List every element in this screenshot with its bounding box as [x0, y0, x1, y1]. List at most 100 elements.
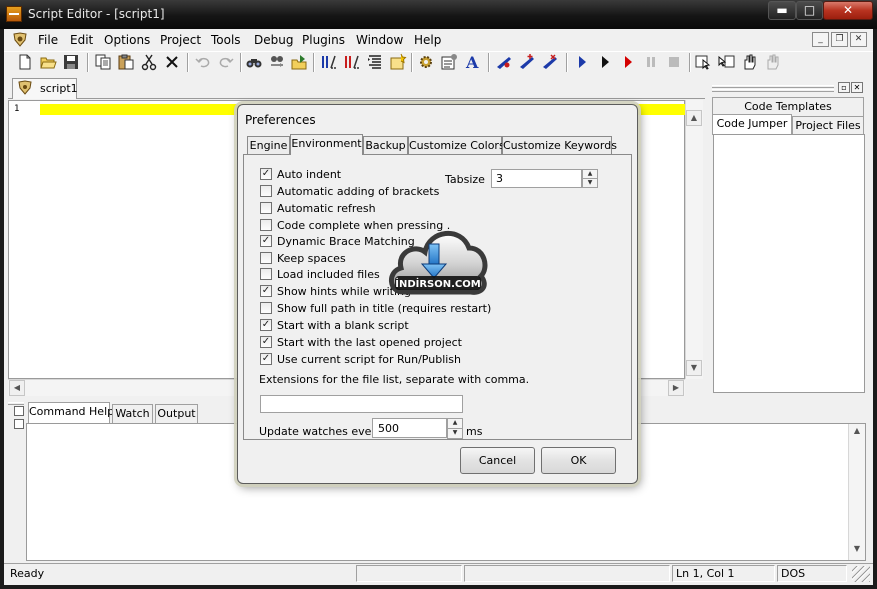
find-icon[interactable]: [245, 53, 263, 71]
checkbox[interactable]: ✓: [260, 319, 272, 331]
delete-icon[interactable]: [163, 53, 181, 71]
minimize-button[interactable]: ▬: [768, 1, 796, 20]
tab-project-files[interactable]: Project Files: [792, 116, 864, 135]
dock-close-button[interactable]: ✕: [851, 82, 863, 93]
option-blank-script[interactable]: ✓ Start with a blank script: [260, 318, 409, 334]
scroll-down-arrow-icon[interactable]: ▼: [849, 542, 865, 558]
maximize-button[interactable]: □: [796, 1, 823, 20]
update-watches-field[interactable]: 500: [372, 418, 447, 438]
check-syntax-icon[interactable]: [343, 53, 361, 71]
option-brace-matching[interactable]: ✓ Dynamic Brace Matching: [260, 234, 415, 250]
new-file-icon[interactable]: [16, 53, 34, 71]
settings-gear-icon[interactable]: [417, 53, 435, 71]
option-keep-spaces[interactable]: Keep spaces: [260, 251, 346, 267]
menu-file[interactable]: File: [38, 33, 58, 47]
tab-backup[interactable]: Backup: [363, 136, 408, 155]
checkbox[interactable]: ✓: [260, 353, 272, 365]
save-icon[interactable]: [62, 53, 80, 71]
tab-output[interactable]: Output: [155, 404, 198, 424]
menu-edit[interactable]: Edit: [70, 33, 93, 47]
menu-project[interactable]: Project: [160, 33, 201, 47]
goto-icon[interactable]: [290, 53, 308, 71]
font-icon[interactable]: A: [464, 53, 482, 71]
tab-command-help[interactable]: Command Help: [28, 402, 114, 424]
scroll-up-arrow-icon[interactable]: ▲: [849, 424, 865, 440]
drag-hand-icon[interactable]: [740, 53, 758, 71]
disabled-hand-icon[interactable]: [763, 53, 781, 71]
tab-code-jumper[interactable]: Code Jumper: [712, 114, 792, 135]
option-full-path-title[interactable]: Show full path in title (requires restar…: [260, 301, 491, 317]
menu-plugins[interactable]: Plugins: [302, 33, 345, 47]
spin-down-icon[interactable]: ▼: [447, 428, 463, 439]
scroll-right-arrow-icon[interactable]: ▶: [668, 380, 684, 396]
paste-icon[interactable]: [117, 53, 135, 71]
tab-customize-colors[interactable]: Customize Colors: [408, 136, 505, 155]
option-last-project[interactable]: ✓ Start with the last opened project: [260, 335, 462, 351]
help-cursor-icon[interactable]: [694, 53, 712, 71]
redo-icon[interactable]: [217, 53, 235, 71]
help-vertical-scrollbar[interactable]: ▲ ▼: [848, 424, 865, 560]
tab-customize-keywords[interactable]: Customize Keywords: [502, 136, 617, 155]
undo-icon[interactable]: [194, 53, 212, 71]
extensions-field[interactable]: [260, 395, 463, 413]
run-icon[interactable]: [573, 53, 591, 71]
copy-icon[interactable]: [94, 53, 112, 71]
stop-icon[interactable]: [665, 53, 683, 71]
tab-environment[interactable]: Environment: [290, 134, 363, 155]
checkbox[interactable]: ✓: [260, 285, 272, 297]
checkbox[interactable]: [260, 302, 272, 314]
step-icon[interactable]: [596, 53, 614, 71]
option-show-hints[interactable]: ✓ Show hints while writing: [260, 284, 411, 300]
menu-window[interactable]: Window: [356, 33, 403, 47]
menu-options[interactable]: Options: [104, 33, 150, 47]
scroll-up-arrow-icon[interactable]: ▲: [686, 110, 702, 126]
bottom-dock-close-icon[interactable]: [14, 406, 24, 416]
tabsize-field[interactable]: 3: [491, 169, 582, 188]
cancel-button[interactable]: Cancel: [460, 447, 535, 474]
toggle-breakpoint-icon[interactable]: [495, 53, 513, 71]
context-help-icon[interactable]: [717, 53, 735, 71]
checkbox[interactable]: [260, 219, 272, 231]
run-to-cursor-icon[interactable]: [619, 53, 637, 71]
close-window-button[interactable]: ✕: [823, 1, 873, 20]
find-in-files-icon[interactable]: [268, 53, 286, 71]
resize-grip-icon[interactable]: [852, 566, 870, 582]
document-system-menu-icon[interactable]: [11, 32, 29, 48]
option-auto-indent[interactable]: ✓ Auto indent: [260, 167, 341, 183]
bottom-dock-float-icon[interactable]: [14, 419, 24, 429]
option-code-complete[interactable]: Code complete when pressing .: [260, 218, 450, 234]
scroll-left-arrow-icon[interactable]: ◀: [9, 380, 25, 396]
dock-grip[interactable]: [712, 85, 834, 88]
dock-pin-button[interactable]: ▫: [838, 82, 850, 93]
remove-watch-icon[interactable]: [541, 53, 559, 71]
option-current-script-run[interactable]: ✓ Use current script for Run/Publish: [260, 352, 461, 368]
open-folder-icon[interactable]: [39, 53, 57, 71]
spin-down-icon[interactable]: ▼: [582, 178, 598, 188]
menu-debug[interactable]: Debug: [254, 33, 293, 47]
format-code-icon[interactable]: [366, 53, 384, 71]
cut-icon[interactable]: [140, 53, 158, 71]
tab-watch[interactable]: Watch: [112, 404, 153, 424]
checkbox[interactable]: ✓: [260, 168, 272, 180]
editor-vertical-scrollbar[interactable]: ▲ ▼: [685, 100, 703, 379]
option-auto-brackets[interactable]: Automatic adding of brackets: [260, 184, 439, 200]
checkbox[interactable]: ✓: [260, 235, 272, 247]
open-script-icon[interactable]: [389, 53, 407, 71]
pause-icon[interactable]: [642, 53, 660, 71]
checkbox[interactable]: [260, 268, 272, 280]
tab-engine[interactable]: Engine: [247, 136, 290, 155]
bottom-dock-grip[interactable]: [8, 402, 24, 405]
checkbox[interactable]: [260, 252, 272, 264]
checkbox[interactable]: [260, 202, 272, 214]
menu-help[interactable]: Help: [414, 33, 441, 47]
ok-button[interactable]: OK: [541, 447, 616, 474]
checkbox[interactable]: [260, 185, 272, 197]
mdi-restore-button[interactable]: ❐: [831, 32, 848, 47]
properties-icon[interactable]: [440, 53, 458, 71]
menu-tools[interactable]: Tools: [211, 33, 241, 47]
mdi-close-button[interactable]: ✕: [850, 32, 867, 47]
option-auto-refresh[interactable]: Automatic refresh: [260, 201, 376, 217]
dock-grip[interactable]: [712, 89, 834, 92]
code-jumper-list[interactable]: [713, 134, 865, 393]
add-watch-icon[interactable]: [518, 53, 536, 71]
